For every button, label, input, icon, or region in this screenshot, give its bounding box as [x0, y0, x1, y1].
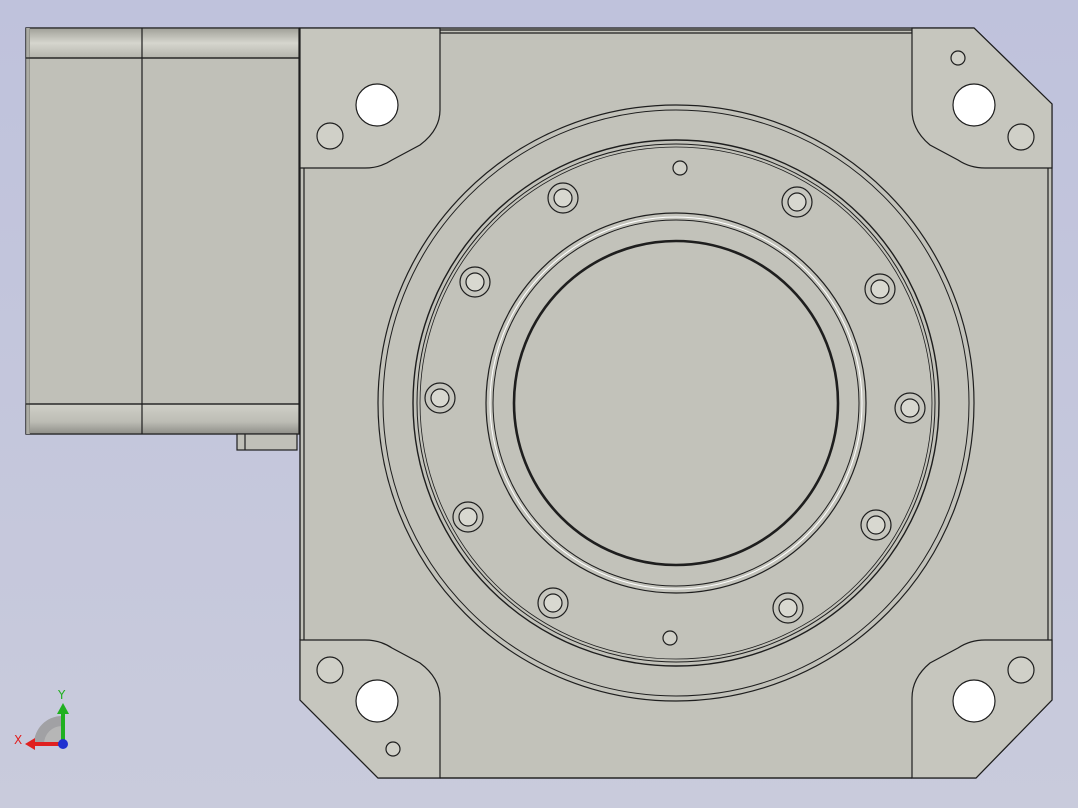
ring-bolt: [424, 382, 456, 414]
ring-bolt: [537, 587, 569, 619]
motor-body[interactable]: [25, 27, 300, 451]
bolt-hole: [1007, 123, 1035, 151]
dowel-hole: [662, 630, 678, 646]
bolt-hole: [316, 122, 344, 150]
cad-viewport[interactable]: Y X: [0, 0, 1078, 808]
ring-bolt: [894, 392, 926, 424]
triad-x-label: X: [14, 733, 22, 747]
ring-bolt: [860, 509, 892, 541]
bolt-hole: [355, 679, 399, 723]
bolt-hole: [952, 679, 996, 723]
triad-y-label: Y: [57, 688, 66, 702]
ring-bolt: [772, 592, 804, 624]
pin-hole: [385, 741, 401, 757]
ring-bolt: [781, 186, 813, 218]
bolt-hole: [952, 83, 996, 127]
ring-bolt: [547, 182, 579, 214]
ring-bolt: [459, 266, 491, 298]
bolt-hole: [355, 83, 399, 127]
model-view[interactable]: Y X: [0, 0, 1078, 808]
z-axis-dot-icon: [58, 739, 68, 749]
ring-bolt: [864, 273, 896, 305]
pin-hole: [950, 50, 966, 66]
bolt-hole: [1007, 656, 1035, 684]
dowel-hole: [672, 160, 688, 176]
rotary-table[interactable]: [377, 104, 975, 702]
outer-flange: [377, 104, 975, 702]
bolt-hole: [316, 656, 344, 684]
ring-bolt: [452, 501, 484, 533]
